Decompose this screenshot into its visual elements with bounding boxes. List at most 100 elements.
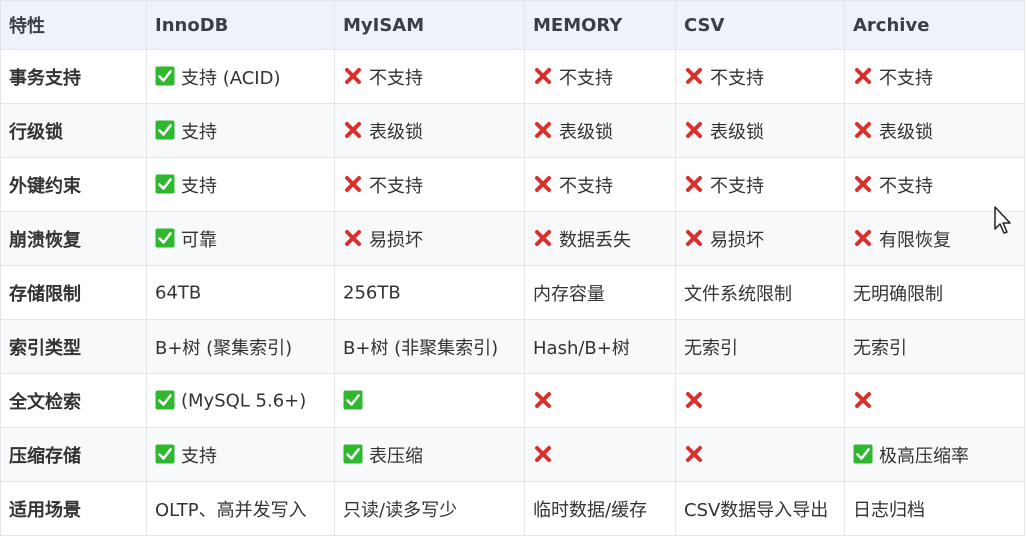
cross-icon [533, 120, 553, 140]
row-feature-label: 索引类型 [0, 319, 147, 374]
check-icon [155, 120, 175, 140]
cell-myisam: 表压缩 [334, 427, 525, 482]
cross-icon [684, 390, 704, 410]
cell-innodb: 支持 [146, 157, 335, 212]
cross-icon [684, 228, 704, 248]
row-feature-label: 存储限制 [0, 265, 147, 320]
row-feature-label: 压缩存储 [0, 427, 147, 482]
table-row: 适用场景 OLTP、高并发写入 只读/读多写少 临时数据/缓存 CSV数据导入导出 日志归… [0, 481, 1025, 536]
table-row: 压缩存储 支持 表压缩 极高压缩率 [0, 427, 1025, 482]
cross-icon [853, 120, 873, 140]
header-feature: 特性 [0, 0, 147, 50]
cell-archive [844, 373, 1025, 428]
row-feature-label: 外键约束 [0, 157, 147, 212]
cross-icon [853, 228, 873, 248]
cell-archive: 无索引 [844, 319, 1025, 374]
cell-archive: 日志归档 [844, 481, 1025, 536]
cell-text: 有限恢复 [879, 229, 951, 251]
check-icon [155, 444, 175, 464]
cell-text: 不支持 [879, 175, 933, 197]
cell-innodb: (MySQL 5.6+) [146, 373, 335, 428]
cell-text: 表压缩 [369, 445, 423, 467]
table-row: 外键约束 支持 不支持 不支持 不支持 不支持 [0, 157, 1025, 212]
cell-text: CSV数据导入导出 [684, 499, 829, 521]
cell-text: 无索引 [853, 337, 907, 359]
check-icon [155, 66, 175, 86]
check-icon [853, 444, 873, 464]
cell-innodb: OLTP、高并发写入 [146, 481, 335, 536]
cross-icon [853, 390, 873, 410]
cell-innodb: 支持 [146, 427, 335, 482]
cross-icon [343, 174, 363, 194]
cell-memory: 数据丢失 [524, 211, 676, 266]
cell-archive: 无明确限制 [844, 265, 1025, 320]
cell-innodb: 支持 [146, 103, 335, 158]
header-innodb: InnoDB [146, 0, 335, 50]
table-row: 崩溃恢复 可靠 易损坏 数据丢失 易损坏 有限恢复 [0, 211, 1025, 266]
cell-myisam: 256TB [334, 265, 525, 320]
cell-innodb: 支持 (ACID) [146, 49, 335, 104]
mouse-cursor-icon [993, 205, 1015, 235]
cross-icon [853, 66, 873, 86]
cross-icon [533, 390, 553, 410]
cell-text: 不支持 [369, 67, 423, 89]
cell-text: 临时数据/缓存 [533, 499, 648, 521]
cell-text: 64TB [155, 282, 202, 304]
cell-archive: 表级锁 [844, 103, 1025, 158]
row-feature-label: 行级锁 [0, 103, 147, 158]
check-icon [343, 444, 363, 464]
cell-memory [524, 427, 676, 482]
cell-text: 易损坏 [369, 229, 423, 251]
cross-icon [533, 444, 553, 464]
cell-csv: 文件系统限制 [675, 265, 845, 320]
cell-text: 易损坏 [710, 229, 764, 251]
cell-memory: 表级锁 [524, 103, 676, 158]
cell-text: 可靠 [181, 229, 217, 251]
cell-text: 文件系统限制 [684, 283, 792, 305]
check-icon [343, 390, 363, 410]
cell-text: 不支持 [559, 67, 613, 89]
row-feature-label: 崩溃恢复 [0, 211, 147, 266]
cell-text: OLTP、高并发写入 [155, 499, 307, 521]
cell-text: 表级锁 [369, 121, 423, 143]
cell-csv: 易损坏 [675, 211, 845, 266]
cell-myisam: 不支持 [334, 157, 525, 212]
cell-memory [524, 373, 676, 428]
cross-icon [343, 66, 363, 86]
cell-text: 表级锁 [879, 121, 933, 143]
cell-memory: 不支持 [524, 49, 676, 104]
cell-text: 支持 [181, 121, 217, 143]
cell-memory: 不支持 [524, 157, 676, 212]
cell-memory: 内存容量 [524, 265, 676, 320]
cell-text: 支持 [181, 175, 217, 197]
cell-text: 不支持 [559, 175, 613, 197]
cell-text: 表级锁 [559, 121, 613, 143]
cell-csv: 表级锁 [675, 103, 845, 158]
cell-myisam [334, 373, 525, 428]
cell-myisam: 表级锁 [334, 103, 525, 158]
cell-text: 256TB [343, 282, 401, 304]
storage-engine-comparison-table: 特性 InnoDB MyISAM MEMORY CSV Archive 事务支持… [0, 0, 1025, 536]
cross-icon [684, 174, 704, 194]
table-row: 行级锁 支持 表级锁 表级锁 表级锁 表级锁 [0, 103, 1025, 158]
cell-text: 只读/读多写少 [343, 499, 458, 521]
cell-innodb: B+树 (聚集索引) [146, 319, 335, 374]
cell-archive: 不支持 [844, 157, 1025, 212]
cell-csv: 不支持 [675, 49, 845, 104]
cell-innodb: 64TB [146, 265, 335, 320]
cell-myisam: 只读/读多写少 [334, 481, 525, 536]
cross-icon [533, 66, 553, 86]
cell-csv: 不支持 [675, 157, 845, 212]
table-row: 全文检索 (MySQL 5.6+) [0, 373, 1025, 428]
cell-text: B+树 (非聚集索引) [343, 337, 499, 359]
cross-icon [684, 444, 704, 464]
table-row: 存储限制 64TB 256TB 内存容量 文件系统限制 无明确限制 [0, 265, 1025, 320]
cell-memory: Hash/B+树 [524, 319, 676, 374]
cell-innodb: 可靠 [146, 211, 335, 266]
cell-text: 不支持 [710, 67, 764, 89]
cell-text: B+树 (聚集索引) [155, 337, 293, 359]
cross-icon [343, 228, 363, 248]
cell-csv [675, 427, 845, 482]
cross-icon [533, 174, 553, 194]
check-icon [155, 390, 175, 410]
